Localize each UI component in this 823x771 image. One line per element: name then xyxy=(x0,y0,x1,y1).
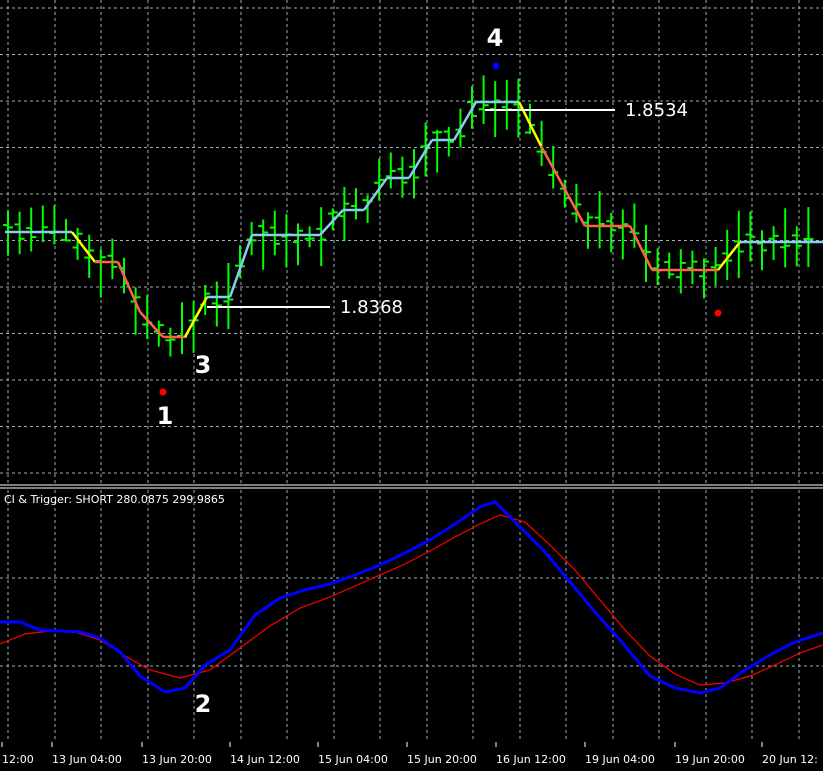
x-tick-label: 13 Jun 20:00 xyxy=(142,753,212,766)
ohlc-bar xyxy=(803,207,814,268)
ohlc-bar xyxy=(780,208,791,268)
signal-dot xyxy=(714,309,722,317)
stepped-line-segment xyxy=(228,234,254,298)
chart-canvas: 1.8368 1.8534 13 4 2 CI & Trigger: SHORT 28… xyxy=(0,0,823,766)
ohlc-bar xyxy=(745,211,756,262)
grid xyxy=(0,0,823,742)
x-tick-label: 12:00 xyxy=(2,753,34,766)
wave-label: 2 xyxy=(195,690,212,718)
x-tick-label: 15 Jun 04:00 xyxy=(318,753,388,766)
ohlc-bar xyxy=(501,80,512,130)
ohlc-bar xyxy=(652,248,663,286)
ohlc-bar xyxy=(594,191,605,249)
ohlc-bar xyxy=(107,238,118,280)
ohlc-bar xyxy=(49,205,60,245)
ohlc-bar xyxy=(757,230,767,271)
ohlc-bar xyxy=(269,210,280,256)
signal-dot xyxy=(492,62,500,70)
indicator-panel: 2 xyxy=(0,500,823,718)
ohlc-bar xyxy=(583,212,593,249)
ohlc-bar xyxy=(664,252,675,279)
ohlc-bar xyxy=(606,212,617,253)
x-tick-label: 13 Jun 04:00 xyxy=(52,753,122,766)
ohlc-bar xyxy=(26,207,37,252)
stepped-line-segment xyxy=(628,225,654,271)
ohlc-bar xyxy=(710,246,721,286)
stepped-line-segment xyxy=(539,145,587,227)
ohlc-bar xyxy=(258,219,269,270)
ohlc-bar xyxy=(165,327,176,357)
x-tick-label: 19 Jun 20:00 xyxy=(675,753,745,766)
price-level-label: 1.8534 xyxy=(625,100,688,121)
x-tick-label: 14 Jun 12:00 xyxy=(230,753,300,766)
wave-label: 3 xyxy=(195,351,212,379)
ohlc-bar xyxy=(536,120,547,167)
ohlc-bar xyxy=(385,152,396,189)
forex-chart: 1.8368 1.8534 1 3 4 2 CI & Trigger: SHORT 28… xyxy=(0,0,823,767)
ci-line xyxy=(0,500,823,695)
signal-dot xyxy=(159,388,167,396)
ohlc-bar xyxy=(316,207,327,267)
stepped-line-segment xyxy=(183,296,209,338)
ohlc-bar xyxy=(61,219,71,242)
ohlc-bar xyxy=(293,223,303,266)
stepped-line-segment xyxy=(717,241,741,271)
ohlc-bar xyxy=(443,126,454,157)
price-level-label: 1.8368 xyxy=(340,297,403,318)
x-tick-label: 15 Jun 20:00 xyxy=(407,753,477,766)
price-panel: 1.8368 1.8534 13 4 xyxy=(3,24,823,430)
trigger-line xyxy=(0,514,823,686)
x-tick-label: 19 Jun 04:00 xyxy=(585,753,655,766)
ohlc-bar xyxy=(432,129,443,173)
stepped-line-segment xyxy=(407,139,434,179)
ohlc-bar xyxy=(699,258,709,299)
ohlc-bar xyxy=(617,209,628,260)
x-tick-label: 16 Jun 12:00 xyxy=(496,753,566,766)
ohlc-bar xyxy=(95,249,106,298)
ohlc-bar xyxy=(791,226,802,267)
ohlc-bar xyxy=(351,188,361,220)
ohlc-bar xyxy=(177,302,187,355)
ohlc-bar xyxy=(478,75,489,124)
wave-label: 1 xyxy=(157,402,174,430)
ohlc-bar xyxy=(211,281,222,327)
x-tick-label: 20 Jun 12: xyxy=(762,753,818,766)
indicator-title: CI & Trigger: SHORT 280.0875 299.9865 xyxy=(4,493,225,506)
ohlc-bar xyxy=(687,250,698,285)
ohlc-bar xyxy=(304,226,315,248)
wave-label: 4 xyxy=(487,24,504,52)
x-axis: 12:00 13 Jun 04:00 13 Jun 20:00 14 Jun 12:0… xyxy=(1,742,818,766)
ohlc-bar xyxy=(37,205,48,243)
